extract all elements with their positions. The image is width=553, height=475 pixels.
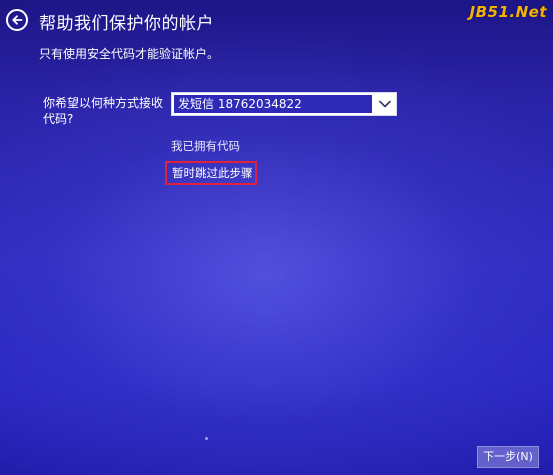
subtitle-text: 只有使用安全代码才能验证帐户。 xyxy=(39,47,220,61)
receive-method-select[interactable]: 发短信 18762034822 xyxy=(171,92,397,116)
watermark-logo: JB51.Net xyxy=(469,3,547,21)
skip-step-link[interactable]: 暂时跳过此步骤 xyxy=(165,161,257,185)
next-button[interactable]: 下一步(N) xyxy=(477,446,539,468)
screen-vignette xyxy=(0,0,553,475)
receive-method-label: 你希望以何种方式接收代码? xyxy=(43,96,164,126)
back-arrow-icon xyxy=(12,15,23,25)
screen-dust-dot xyxy=(205,437,208,440)
selected-method-value: 发短信 18762034822 xyxy=(174,95,372,113)
page-title: 帮助我们保护你的帐户 xyxy=(39,14,214,34)
chevron-down-icon xyxy=(379,100,391,108)
have-code-link[interactable]: 我已拥有代码 xyxy=(171,138,240,154)
dropdown-toggle[interactable] xyxy=(374,93,396,115)
back-button[interactable] xyxy=(6,9,28,31)
